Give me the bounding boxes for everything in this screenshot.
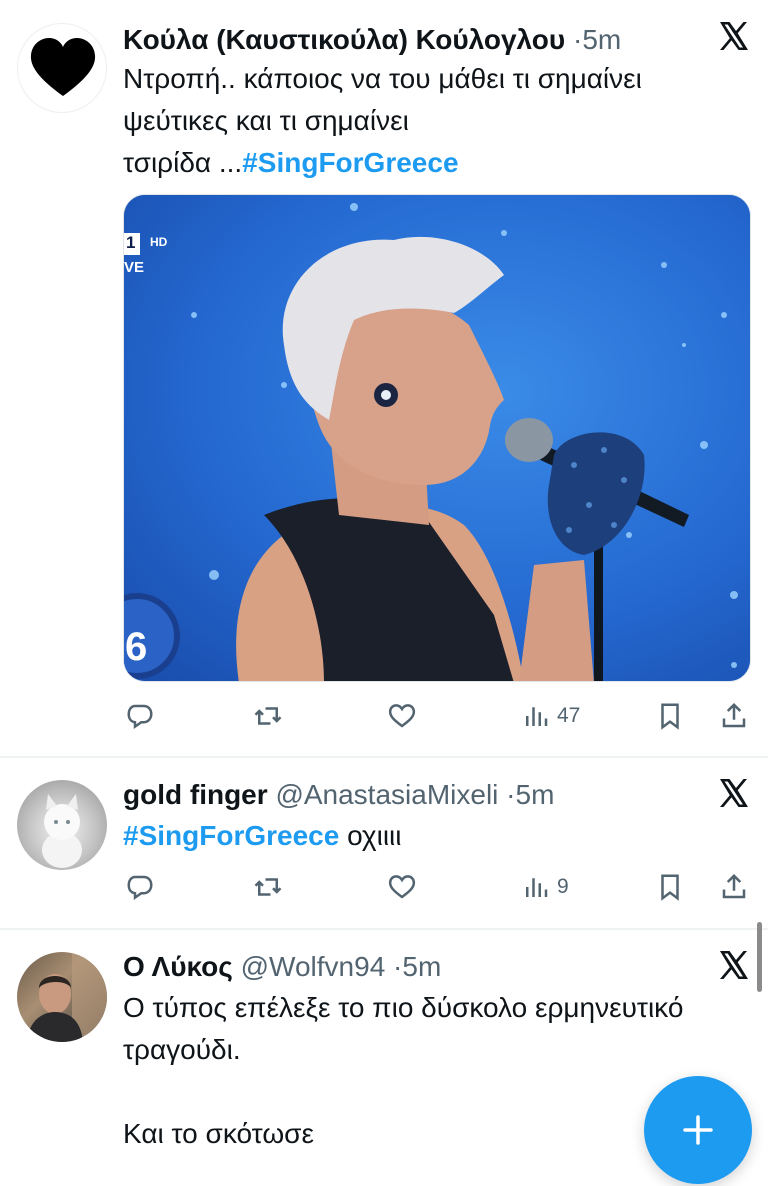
tweet[interactable]: gold finger @AnastasiaMixeli ·5m #SingFo… [0, 757, 768, 929]
tweet-text: Ντροπή.. κάποιος να του μάθει τι σημαίνε… [123, 58, 753, 184]
share-button[interactable] [719, 696, 749, 736]
scrollbar[interactable] [757, 922, 762, 992]
channel-number: 1 [126, 233, 136, 252]
tweet-header: Ο Λύκος @Wolfvn94 ·5m [123, 947, 441, 987]
timeline-feed: Κούλα (Καυστικούλα) Κούλογλου ·5m Ντροπή… [0, 0, 768, 1186]
share-icon [722, 702, 746, 728]
display-name[interactable]: Κούλα (Καυστικούλα) Κούλογλου [123, 24, 565, 55]
x-logo-icon [720, 951, 748, 979]
reply-button[interactable] [125, 696, 155, 736]
retweet-icon [254, 707, 282, 725]
views-icon [526, 878, 548, 897]
tweet-actions: 47 [123, 696, 753, 736]
retweet-button[interactable] [253, 696, 283, 736]
bookmark-icon [661, 874, 679, 901]
like-icon [388, 704, 416, 728]
white-cat-avatar [42, 794, 82, 868]
singer-photo [124, 195, 750, 681]
reply-button[interactable] [125, 867, 155, 907]
tweet-text: #SingForGreece οχιιιι [123, 815, 753, 857]
tweet-header: Κούλα (Καυστικούλα) Κούλογλου ·5m [123, 20, 621, 60]
avatar[interactable] [17, 23, 107, 113]
avatar[interactable] [17, 780, 107, 870]
tweet-text-line: οχιιιι [339, 820, 402, 851]
share-icon [722, 873, 746, 899]
views-count: 9 [557, 875, 569, 898]
x-logo-icon [720, 22, 748, 50]
like-button[interactable] [387, 867, 417, 907]
user-handle[interactable]: @AnastasiaMixeli [275, 779, 498, 810]
score-badge-number: 6 [125, 625, 148, 669]
timestamp[interactable]: 5m [582, 24, 621, 55]
reply-icon [127, 704, 153, 730]
views-count: 47 [557, 704, 581, 727]
display-name[interactable]: Ο Λύκος [123, 951, 233, 982]
bookmark-icon [661, 703, 679, 730]
hashtag-link[interactable]: #SingForGreece [242, 147, 458, 178]
bookmark-button[interactable] [655, 867, 685, 907]
bookmark-button[interactable] [655, 696, 685, 736]
tweet-header: gold finger @AnastasiaMixeli ·5m [123, 775, 554, 815]
x-logo-icon [720, 779, 748, 807]
hashtag-link[interactable]: #SingForGreece [123, 820, 339, 851]
separator-dot: · [506, 779, 516, 810]
tweet-text-line: Ντροπή.. κάποιος να του μάθει τι σημαίνε… [123, 63, 642, 94]
views-icon [526, 707, 548, 726]
tweet[interactable]: Κούλα (Καυστικούλα) Κούλογλου ·5m Ντροπή… [0, 0, 768, 757]
separator-dot: · [393, 951, 403, 982]
tweet-actions: 9 [123, 867, 753, 907]
views-button[interactable]: 9 [521, 867, 569, 907]
views-button[interactable]: 47 [521, 696, 580, 736]
like-icon [388, 875, 416, 899]
timestamp[interactable]: 5m [402, 951, 441, 982]
compose-button[interactable] [644, 1076, 752, 1184]
display-name[interactable]: gold finger [123, 779, 268, 810]
avatar[interactable] [17, 952, 107, 1042]
user-handle[interactable]: @Wolfvn94 [241, 951, 386, 982]
compose-plus-icon [683, 1115, 713, 1145]
heart-icon [30, 38, 96, 96]
man-avatar [27, 952, 107, 1042]
tweet-media-image[interactable]: 1 HD VE 6 [123, 194, 751, 682]
like-button[interactable] [387, 696, 417, 736]
hd-label: HD [150, 235, 168, 249]
timestamp[interactable]: 5m [516, 779, 555, 810]
retweet-icon [254, 878, 282, 896]
separator-dot: · [572, 24, 583, 55]
live-label: VE [124, 259, 145, 276]
tweet-text-line: ψεύτικες και τι σημαίνει [123, 105, 409, 136]
retweet-button[interactable] [253, 867, 283, 907]
reply-icon [127, 875, 153, 901]
share-button[interactable] [719, 867, 749, 907]
tweet-text-line: Ο τύπος επέλεξε το πιο δύσκολο ερμηνευτι… [123, 992, 684, 1023]
tweet-text-line: τσιρίδα ... [123, 147, 243, 178]
tweet-text-line: τραγούδι. [123, 1034, 241, 1065]
